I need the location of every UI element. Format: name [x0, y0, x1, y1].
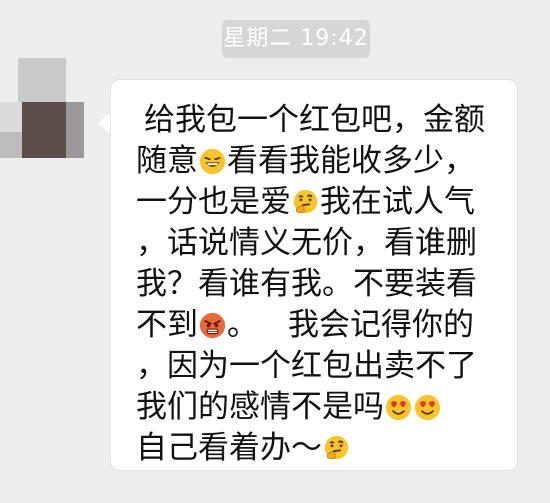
message-line: 不到。我会记得你的	[136, 305, 516, 346]
message-fragment: 不到	[136, 307, 198, 343]
message-line: 自己看着办～	[136, 428, 516, 469]
thinking-emoji-icon	[323, 435, 350, 462]
message-fragment: 。	[227, 307, 258, 343]
message-fragment: 我们的感情不是吗	[136, 389, 384, 425]
message-line: ，话说情义无价，看谁删	[136, 225, 477, 261]
message-fragment: 自己看着办～	[136, 430, 322, 466]
timestamp: 星期二 19:42	[222, 20, 370, 58]
message-fragment: 一分也是爱	[136, 184, 291, 220]
message-line: ，因为一个红包出卖不了	[136, 348, 477, 384]
message-line: 给我包一个红包吧，金额	[144, 102, 485, 138]
message-line: 我们的感情不是吗	[136, 387, 516, 428]
sender-avatar[interactable]	[0, 58, 84, 168]
message-line: 我？看谁有我。不要装看	[136, 266, 477, 302]
grinning-emoji-icon	[199, 148, 226, 175]
message-text: 给我包一个红包吧，金额 随意 看看我能收多少， 一分也是爱 我在试人气 ，话说情义无…	[136, 100, 516, 469]
message-fragment: 我会记得你的	[288, 307, 474, 343]
thinking-emoji-icon	[292, 189, 319, 216]
message-line: 随意 看看我能收多少，	[136, 141, 516, 182]
message-fragment: 看看我能收多少，	[227, 143, 475, 179]
message-fragment: 随意	[136, 143, 198, 179]
heart-eyes-emoji-icon	[414, 394, 441, 421]
message-line: 一分也是爱 我在试人气	[136, 182, 516, 223]
angry-emoji-icon	[199, 312, 226, 339]
message-fragment: 我在试人气	[320, 184, 475, 220]
heart-eyes-emoji-icon	[385, 394, 412, 421]
